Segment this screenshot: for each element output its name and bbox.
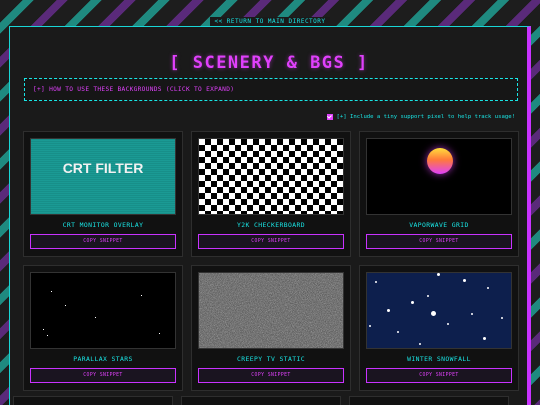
card-label: PARALLAX STARS xyxy=(73,355,133,363)
card-label: WINTER SNOWFALL xyxy=(407,355,471,363)
copy-snippet-button[interactable]: COPY SNIPPET xyxy=(30,234,176,249)
crt-preview-text: CRT FILTER xyxy=(62,159,144,176)
card-crt-monitor-overlay: CRT FILTER CRT MONITOR OVERLAY COPY SNIP… xyxy=(23,131,183,257)
snowflake-icon xyxy=(397,331,399,333)
stars-preview xyxy=(30,272,176,349)
star-icon xyxy=(65,305,66,306)
card-partial xyxy=(13,396,173,405)
star-icon xyxy=(141,295,142,296)
howto-expander[interactable]: [+] HOW TO USE THESE BACKGROUNDS (CLICK … xyxy=(24,78,518,101)
static-preview xyxy=(198,272,344,349)
copy-snippet-button[interactable]: COPY SNIPPET xyxy=(198,368,344,383)
snowflake-icon xyxy=(437,273,440,276)
copy-snippet-button[interactable]: COPY SNIPPET xyxy=(30,368,176,383)
star-icon xyxy=(95,317,96,318)
snowflake-icon xyxy=(419,343,421,345)
main-panel: [ SCENERY & BGS ] [+] HOW TO USE THESE B… xyxy=(9,26,531,405)
star-icon xyxy=(47,335,48,336)
support-pixel-checkbox[interactable] xyxy=(326,114,333,120)
next-row-cards-partial xyxy=(13,396,509,405)
support-pixel-option[interactable]: [+] Include a tiny support pixel to help… xyxy=(326,114,516,120)
checkerboard-preview xyxy=(198,138,344,215)
crt-preview: CRT FILTER xyxy=(30,138,176,215)
card-vaporwave-grid: VAPORWAVE GRID COPY SNIPPET xyxy=(359,131,519,257)
snowflake-icon xyxy=(387,309,390,312)
copy-snippet-button[interactable]: COPY SNIPPET xyxy=(198,234,344,249)
star-icon xyxy=(43,329,44,330)
background-grid: CRT FILTER CRT MONITOR OVERLAY COPY SNIP… xyxy=(23,131,519,391)
card-label: CREEPY TV STATIC xyxy=(237,355,305,363)
card-label: Y2K CHECKERBOARD xyxy=(237,221,305,229)
star-icon xyxy=(51,291,52,292)
card-partial xyxy=(349,396,509,405)
sun-icon xyxy=(427,148,453,174)
static-noise xyxy=(199,273,343,348)
card-creepy-tv-static: CREEPY TV STATIC COPY SNIPPET xyxy=(191,265,351,391)
top-bar: << RETURN TO MAIN DIRECTORY xyxy=(0,0,540,26)
return-to-directory-link[interactable]: << RETURN TO MAIN DIRECTORY xyxy=(210,17,330,26)
snowflake-icon xyxy=(483,337,486,340)
snowflake-icon xyxy=(375,281,377,283)
snowflake-icon xyxy=(463,279,466,282)
snowflake-icon xyxy=(427,295,429,297)
page-title: [ SCENERY & BGS ] xyxy=(169,53,369,73)
copy-snippet-button[interactable]: COPY SNIPPET xyxy=(366,234,512,249)
vaporwave-preview xyxy=(366,138,512,215)
support-pixel-label: [+] Include a tiny support pixel to help… xyxy=(336,114,516,120)
snowflake-icon xyxy=(487,287,489,289)
card-partial xyxy=(181,396,341,405)
card-label: VAPORWAVE GRID xyxy=(409,221,469,229)
card-parallax-stars: PARALLAX STARS COPY SNIPPET xyxy=(23,265,183,391)
snowflake-icon xyxy=(431,311,436,316)
snowflake-icon xyxy=(471,313,473,315)
card-y2k-checkerboard: Y2K CHECKERBOARD COPY SNIPPET xyxy=(191,131,351,257)
copy-snippet-button[interactable]: COPY SNIPPET xyxy=(366,368,512,383)
snowflake-icon xyxy=(411,301,414,304)
star-icon xyxy=(159,333,160,334)
snowflake-icon xyxy=(501,317,503,319)
card-winter-snowfall: WINTER SNOWFALL COPY SNIPPET xyxy=(359,265,519,391)
card-label: CRT MONITOR OVERLAY xyxy=(62,221,144,229)
snowflake-icon xyxy=(369,325,371,327)
snowfall-preview xyxy=(366,272,512,349)
snowflake-icon xyxy=(447,323,449,325)
